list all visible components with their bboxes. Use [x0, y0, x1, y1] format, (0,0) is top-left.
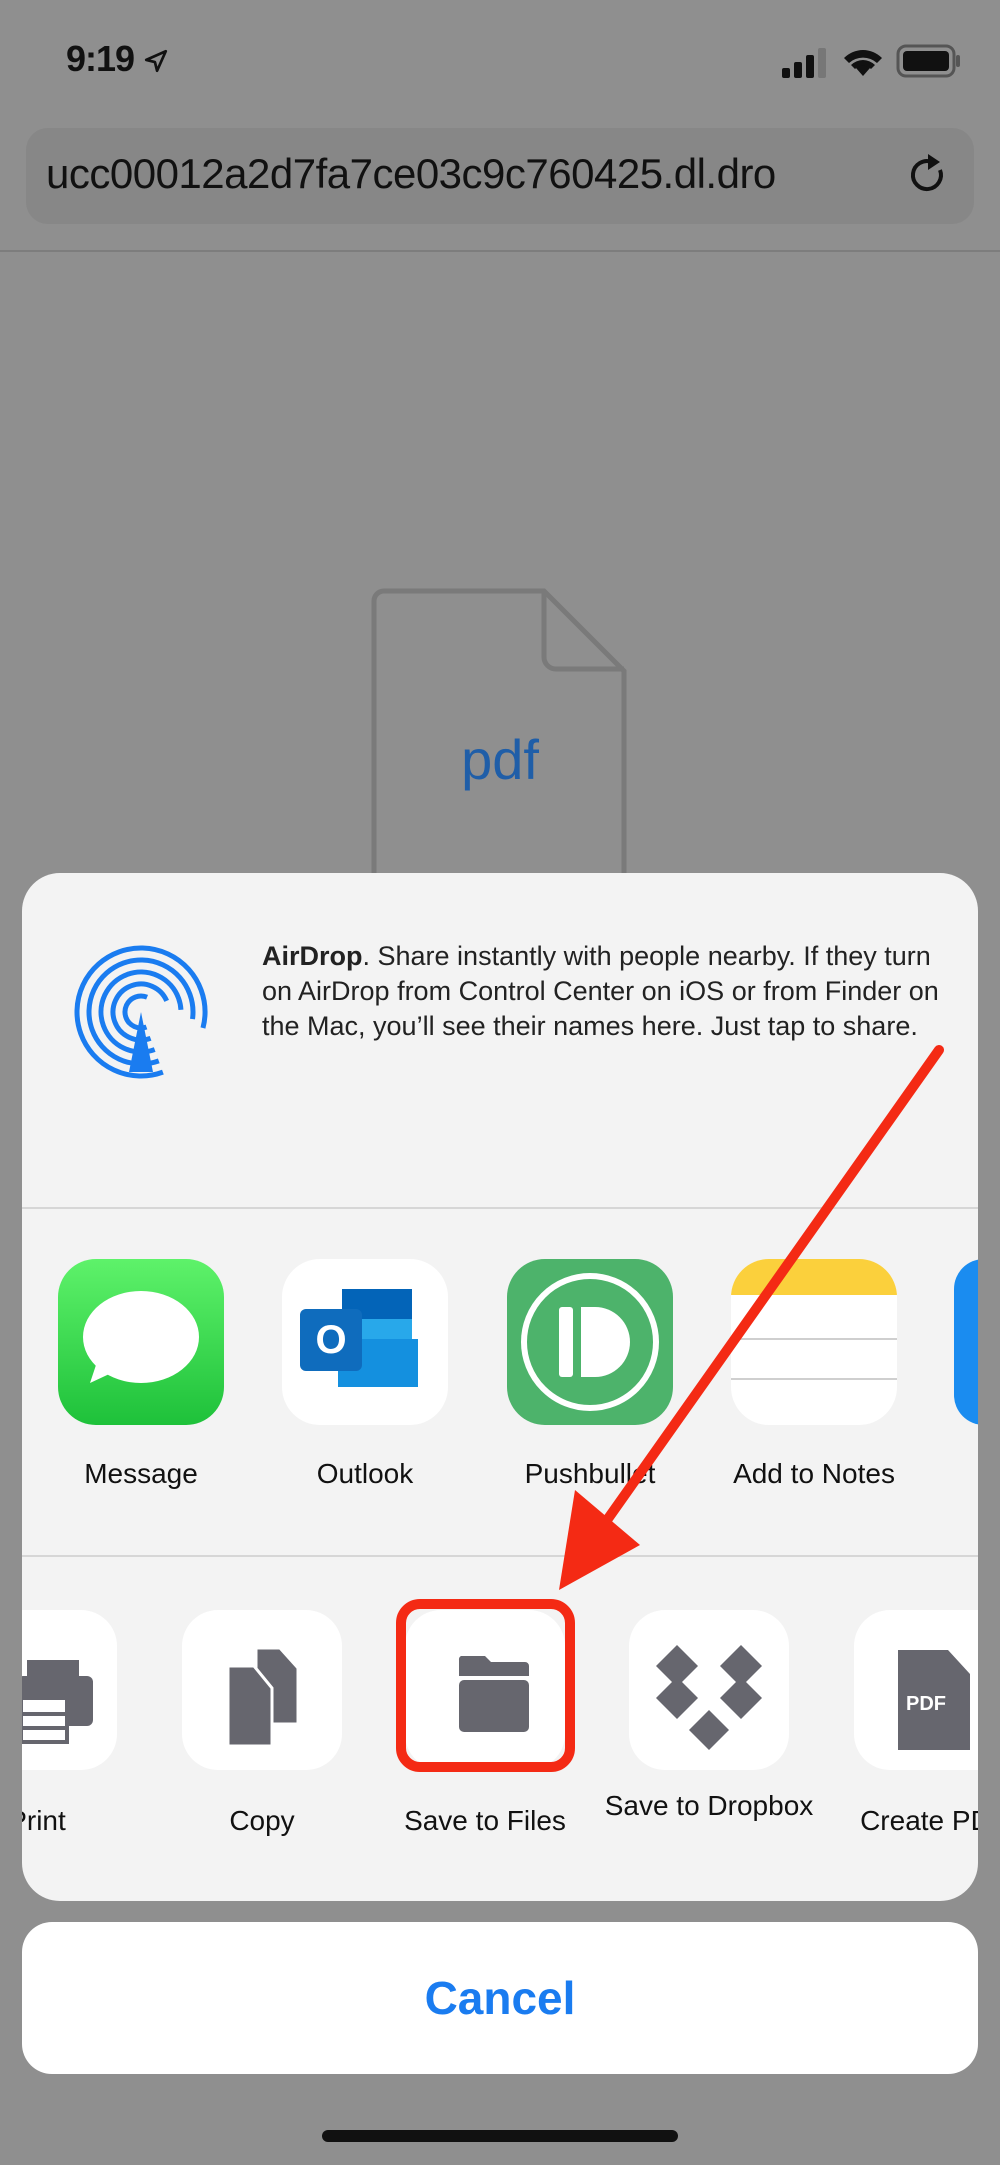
app-outlook[interactable]: O	[282, 1259, 448, 1425]
url-text[interactable]: ucc00012a2d7fa7ce03c9c760425.dl.dro	[46, 150, 886, 198]
action-label: Save to Dropbox	[604, 1790, 814, 1821]
app-partial[interactable]	[954, 1259, 978, 1425]
svg-text:O: O	[315, 1318, 346, 1362]
wifi-icon	[844, 50, 882, 76]
app-notes[interactable]	[731, 1259, 897, 1425]
action-save-to-dropbox[interactable]	[629, 1610, 789, 1770]
home-indicator[interactable]	[322, 2130, 678, 2142]
status-time: 9:19	[66, 38, 169, 80]
action-label: Save to Files	[404, 1805, 566, 1836]
app-label: Outlook	[316, 1458, 414, 1489]
app-pushbullet[interactable]	[507, 1259, 673, 1425]
file-type-label: pdf	[461, 728, 539, 791]
copy-icon	[226, 1646, 300, 1748]
cancel-button[interactable]: Cancel	[22, 1922, 978, 2074]
battery-icon	[896, 44, 960, 78]
dropbox-icon	[656, 1645, 762, 1750]
divider	[22, 1555, 978, 1557]
airdrop-description: AirDrop. Share instantly with people nea…	[262, 939, 952, 1044]
action-create-pdf[interactable]: PDF	[854, 1610, 978, 1770]
highlight-box	[396, 1599, 575, 1772]
airdrop-icon[interactable]	[72, 943, 210, 1081]
app-label: Pushbullet	[524, 1458, 656, 1489]
action-label: Print	[22, 1805, 66, 1836]
svg-text:PDF: PDF	[906, 1693, 946, 1715]
share-sheet: AirDrop. Share instantly with people nea…	[22, 873, 978, 1901]
outlook-icon: O	[282, 1259, 448, 1425]
location-arrow-icon	[144, 50, 168, 73]
printer-icon	[22, 1660, 93, 1744]
pushbullet-icon	[507, 1259, 673, 1425]
action-copy[interactable]	[182, 1610, 342, 1770]
pdf-document-icon[interactable]: pdf	[370, 587, 630, 890]
action-label: Create PDF	[860, 1805, 978, 1836]
app-message[interactable]	[58, 1259, 224, 1425]
airdrop-title: AirDrop	[262, 941, 363, 971]
airdrop-text: . Share instantly with people nearby. If…	[262, 941, 939, 1041]
action-print[interactable]	[22, 1610, 117, 1770]
cellular-signal-icon	[782, 48, 826, 78]
action-label: Copy	[229, 1805, 295, 1836]
app-label: Add to Notes	[733, 1458, 895, 1489]
address-bar[interactable]: ucc00012a2d7fa7ce03c9c760425.dl.dro	[26, 128, 974, 224]
messages-icon	[58, 1259, 224, 1425]
notes-icon	[731, 1259, 897, 1425]
time-text: 9:19	[66, 38, 135, 79]
reload-icon[interactable]	[906, 150, 954, 202]
divider	[22, 1207, 978, 1209]
toolbar-divider	[0, 250, 1000, 252]
pdf-icon: PDF	[898, 1650, 970, 1750]
app-label: Message	[84, 1458, 198, 1489]
